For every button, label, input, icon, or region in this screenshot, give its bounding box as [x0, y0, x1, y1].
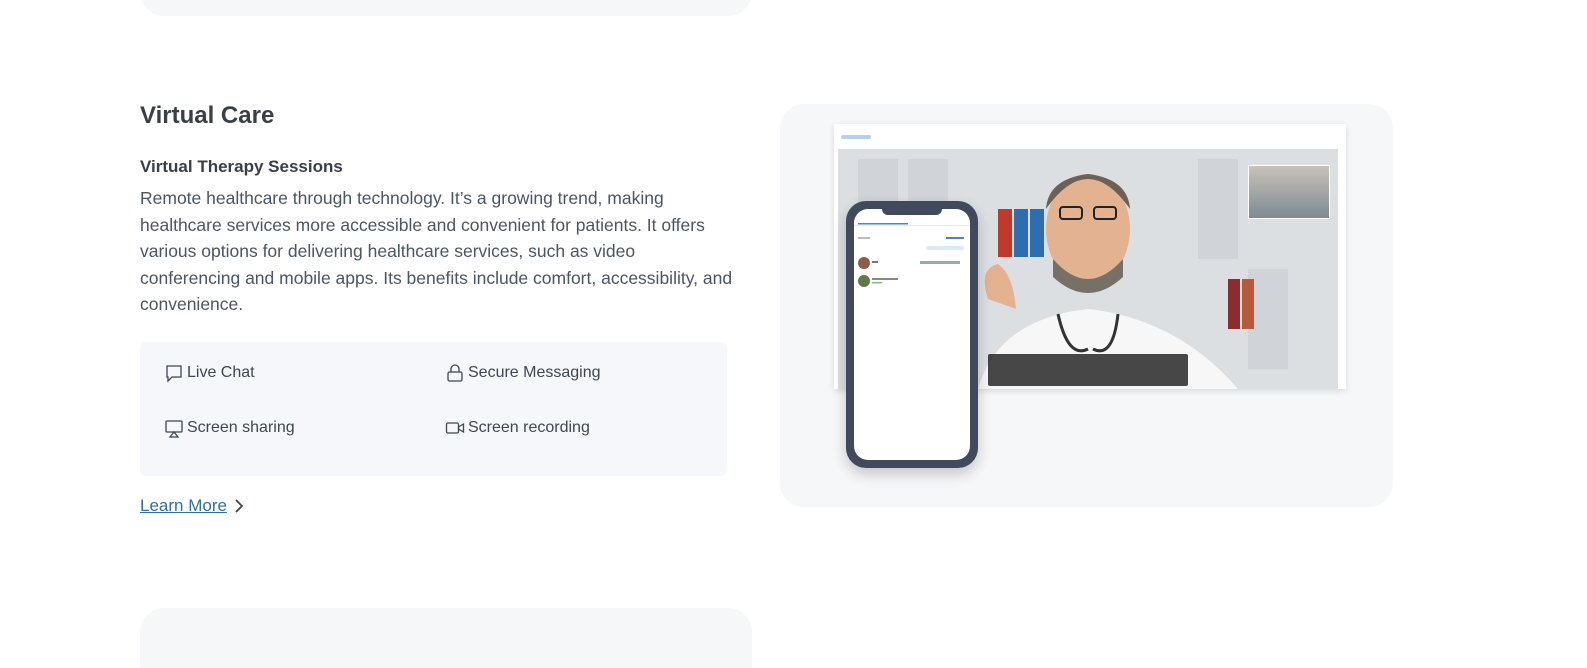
- learn-more-label: Learn More: [140, 496, 227, 515]
- phone-mockup: [846, 201, 978, 468]
- lock-icon: [447, 364, 463, 382]
- patient-video-thumbnail: [1248, 165, 1330, 219]
- features-panel: Live Chat Secure Messaging Screen sharin…: [140, 342, 727, 476]
- telehealth-illustration: [780, 104, 1393, 507]
- section-subtitle: Virtual Therapy Sessions: [140, 157, 343, 176]
- app-logo-icon: [841, 134, 871, 139]
- call-controls-bar: [988, 354, 1188, 386]
- next-section-card: [140, 608, 752, 668]
- phone-screen: [854, 209, 970, 460]
- section-title: Virtual Care: [140, 102, 275, 129]
- chat-icon: [166, 365, 182, 383]
- feature-label: Screen sharing: [187, 419, 295, 436]
- learn-more-link[interactable]: Learn More: [140, 496, 245, 516]
- section-description: Remote healthcare through technology. It…: [140, 188, 733, 315]
- previous-section-card: [140, 0, 752, 16]
- feature-label: Secure Messaging: [468, 364, 601, 381]
- screen-share-icon: [165, 420, 183, 438]
- feature-screen-sharing: Screen sharing: [164, 418, 295, 438]
- participants-list-illustration: [854, 223, 970, 287]
- feature-live-chat: Live Chat: [164, 363, 255, 383]
- app-toolbar: [834, 124, 1346, 149]
- feature-secure-messaging: Secure Messaging: [445, 363, 601, 383]
- feature-label: Screen recording: [468, 419, 590, 436]
- feature-screen-recording: Screen recording: [445, 418, 590, 438]
- feature-label: Live Chat: [187, 364, 255, 381]
- chevron-right-icon: [235, 499, 244, 513]
- video-camera-icon: [445, 422, 465, 434]
- phone-notch: [882, 209, 942, 215]
